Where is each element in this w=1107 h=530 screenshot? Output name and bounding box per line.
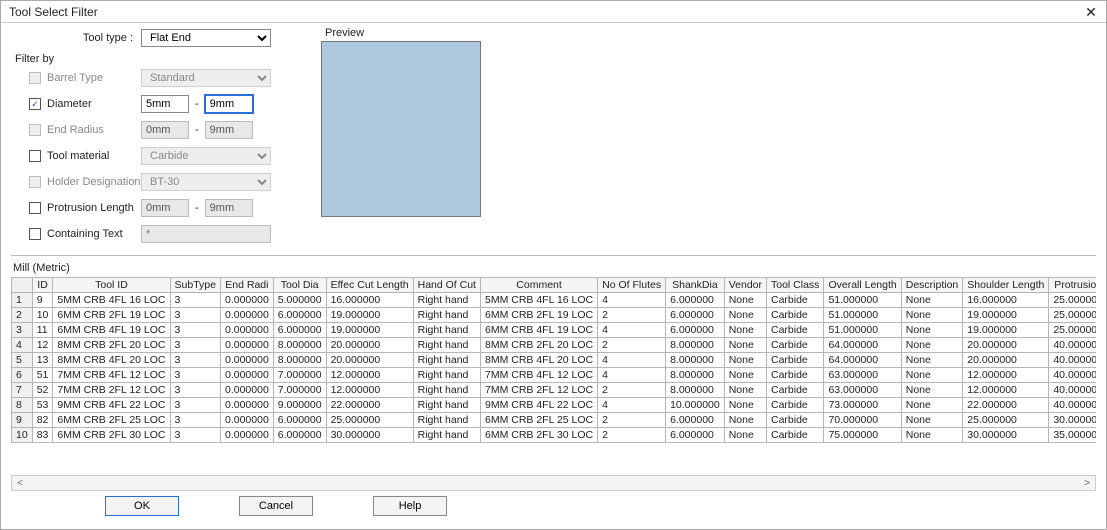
material-row: Tool material (11, 150, 141, 162)
cancel-button[interactable]: Cancel (239, 496, 313, 516)
diameter-label: Diameter (47, 98, 92, 110)
column-header[interactable]: Shoulder Length (963, 278, 1049, 293)
holder-checkbox (29, 176, 41, 188)
endradius-label: End Radius (47, 124, 104, 136)
titlebar: Tool Select Filter ✕ (1, 1, 1106, 23)
preview-pane (321, 41, 481, 217)
column-header[interactable]: Tool ID (53, 278, 170, 293)
dialog-window: Tool Select Filter ✕ Tool type : Flat En… (0, 0, 1107, 530)
containing-label: Containing Text (47, 228, 123, 240)
column-header[interactable]: ShankDia (666, 278, 725, 293)
column-header[interactable]: Hand Of Cut (413, 278, 480, 293)
holder-label: Holder Designation (47, 176, 141, 188)
table-row[interactable]: 6517MM CRB 4FL 12 LOC30.0000007.00000012… (12, 368, 1097, 383)
barreltype-label: Barrel Type (47, 72, 103, 84)
grid-label: Mill (Metric) (13, 262, 1096, 274)
table-row[interactable]: 2106MM CRB 2FL 19 LOC30.0000006.00000019… (12, 308, 1097, 323)
material-label: Tool material (47, 150, 109, 162)
dialog-title: Tool Select Filter (9, 5, 1084, 19)
diameter-min-input[interactable] (141, 95, 189, 113)
material-checkbox[interactable] (29, 150, 41, 162)
protrusion-row: Protrusion Length (11, 202, 141, 214)
column-header[interactable]: Tool Dia (273, 278, 326, 293)
protrusion-label: Protrusion Length (47, 202, 134, 214)
close-icon[interactable]: ✕ (1084, 5, 1098, 19)
endradius-row: End Radius (11, 124, 141, 136)
column-header[interactable]: SubType (170, 278, 220, 293)
column-header[interactable]: End Radi (220, 278, 273, 293)
column-header[interactable]: Effec Cut Length (326, 278, 413, 293)
protrusion-checkbox[interactable] (29, 202, 41, 214)
table-row[interactable]: 4128MM CRB 2FL 20 LOC30.0000008.00000020… (12, 338, 1097, 353)
table-row[interactable]: 195MM CRB 4FL 16 LOC30.0000005.00000016.… (12, 293, 1097, 308)
holder-select: BT-30 (141, 173, 271, 191)
table-row[interactable]: 7527MM CRB 2FL 12 LOC30.0000007.00000012… (12, 383, 1097, 398)
barreltype-select: Standard (141, 69, 271, 87)
column-header[interactable]: Vendor (724, 278, 766, 293)
material-select: Carbide (141, 147, 271, 165)
filterby-heading: Filter by (15, 53, 301, 65)
ok-button[interactable]: OK (105, 496, 179, 516)
grid-scroll[interactable]: IDTool IDSubTypeEnd RadiTool DiaEffec Cu… (11, 277, 1096, 473)
column-header[interactable]: Comment (480, 278, 597, 293)
tooltype-select[interactable]: Flat End (141, 29, 271, 47)
column-header[interactable]: Protrusion (1049, 278, 1096, 293)
endradius-max-input (205, 121, 253, 139)
table-row[interactable]: 5138MM CRB 4FL 20 LOC30.0000008.00000020… (12, 353, 1097, 368)
horizontal-scrollbar[interactable]: < > (11, 475, 1096, 491)
table-row[interactable]: 9826MM CRB 2FL 25 LOC30.0000006.00000025… (12, 413, 1097, 428)
table-row[interactable]: 10836MM CRB 2FL 30 LOC30.0000006.0000003… (12, 428, 1097, 443)
endradius-min-input (141, 121, 189, 139)
diameter-row: Diameter (11, 98, 141, 110)
diameter-max-input[interactable] (205, 95, 253, 113)
containing-checkbox[interactable] (29, 228, 41, 240)
column-header[interactable]: ID (32, 278, 53, 293)
column-header[interactable]: Description (901, 278, 963, 293)
table-row[interactable]: 8539MM CRB 4FL 22 LOC30.0000009.00000022… (12, 398, 1097, 413)
help-button[interactable]: Help (373, 496, 447, 516)
holder-row: Holder Designation (11, 176, 141, 188)
column-header[interactable]: Tool Class (767, 278, 824, 293)
protrusion-max-input (205, 199, 253, 217)
separator (11, 255, 1096, 256)
endradius-checkbox (29, 124, 41, 136)
containing-row: Containing Text (11, 228, 141, 240)
scroll-right-icon[interactable]: > (1079, 478, 1095, 489)
table-row[interactable]: 3116MM CRB 4FL 19 LOC30.0000006.00000019… (12, 323, 1097, 338)
tool-grid[interactable]: IDTool IDSubTypeEnd RadiTool DiaEffec Cu… (11, 277, 1096, 443)
scroll-left-icon[interactable]: < (12, 478, 28, 489)
diameter-checkbox[interactable] (29, 98, 41, 110)
barreltype-row: Barrel Type (11, 72, 141, 84)
column-header[interactable]: Overall Length (824, 278, 901, 293)
containing-input (141, 225, 271, 243)
preview-label: Preview (325, 27, 481, 39)
tooltype-label: Tool type : (11, 32, 141, 44)
column-header[interactable]: No Of Flutes (598, 278, 666, 293)
protrusion-min-input (141, 199, 189, 217)
barreltype-checkbox (29, 72, 41, 84)
